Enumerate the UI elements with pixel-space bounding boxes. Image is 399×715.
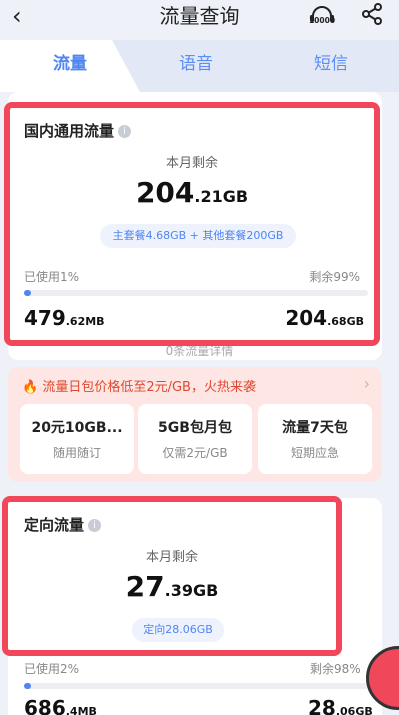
domestic-used-value: 479.62MB <box>24 306 105 330</box>
info-icon[interactable]: i <box>88 519 102 532</box>
domestic-title: 国内通用流量 i <box>24 120 132 141</box>
promo-banner-text: 流量日包价格低至2元/GB，火热来袭 <box>42 380 256 395</box>
service-icon-label: 10000 <box>309 16 335 25</box>
tab-sms[interactable]: 短信 <box>276 40 386 92</box>
tab-data[interactable]: 流量 <box>0 40 140 92</box>
page-title: 流量查询 <box>159 4 240 28</box>
directed-used-label: 已使用2% <box>24 662 80 676</box>
promo-text[interactable]: 🔥 流量日包价格低至2元/GB，火热来袭 <box>22 376 256 395</box>
promo-banner: 🔥 流量日包价格低至2元/GB，火热来袭 › 20元10GB... 随用随订 5… <box>8 367 382 482</box>
domestic-data-card: 国内通用流量 i 本月剩余 204.21GB 主套餐4.68GB + 其他套餐20… <box>4 102 380 346</box>
top-bar: ‹ 流量查询 10000 <box>0 0 399 34</box>
package-name: 20元10GB... <box>31 420 123 436</box>
domestic-used-int: 479 <box>24 306 66 330</box>
domestic-total-value: 204.68GB <box>285 306 364 330</box>
info-icon[interactable]: i <box>118 125 132 138</box>
package-name: 流量7天包 <box>282 420 348 436</box>
domestic-remain-label: 本月剩余 <box>165 156 218 171</box>
directed-total-value: 28.06GB <box>308 696 373 715</box>
directed-breakdown: 定向28.06GB <box>132 618 224 642</box>
tab-bar: 流量 语音 短信 <box>0 40 399 92</box>
chevron-right-icon[interactable]: › <box>364 374 370 393</box>
package-desc: 随用随订 <box>52 446 101 460</box>
directed-progress-bar <box>24 683 368 689</box>
directed-remain-value: 27.39GB <box>8 570 336 603</box>
directed-total-unit: .06GB <box>335 705 373 715</box>
tab-voice[interactable]: 语音 <box>140 40 252 92</box>
domestic-progress-fill <box>24 290 31 296</box>
directed-remain-int: 27 <box>125 570 165 603</box>
package-desc: 仅需2元/GB <box>162 446 228 460</box>
domestic-remain-int: 204 <box>135 176 195 209</box>
package-desc: 短期应急 <box>290 446 339 460</box>
directed-used-value: 686.4MB <box>24 696 97 715</box>
directed-title: 定向流量 i <box>24 514 102 535</box>
domestic-title-text: 国内通用流量 <box>24 122 115 140</box>
domestic-remain-dec: .21GB <box>194 187 249 206</box>
directed-used-unit: .4MB <box>65 705 97 715</box>
domestic-breakdown: 主套餐4.68GB + 其他套餐200GB <box>100 224 296 248</box>
domestic-remain-value: 204.21GB <box>10 176 374 209</box>
directed-data-card: 定向流量 i 本月剩余 27.39GB 定向28.06GB <box>2 496 342 656</box>
share-icon[interactable] <box>361 3 383 25</box>
domestic-used-label: 已使用1% <box>24 270 80 284</box>
package-card[interactable]: 流量7天包 短期应急 <box>258 404 372 474</box>
directed-total-int: 28 <box>308 696 336 715</box>
directed-remain-label: 本月剩余 <box>145 550 198 565</box>
directed-remain-dec: .39GB <box>164 581 219 600</box>
domestic-progress-bar <box>24 290 368 296</box>
domestic-total-int: 204 <box>285 306 328 330</box>
directed-used-int: 686 <box>24 696 66 715</box>
domestic-used-unit: .62MB <box>65 315 105 328</box>
directed-progress-fill <box>24 683 31 689</box>
package-card[interactable]: 20元10GB... 随用随订 <box>20 404 134 474</box>
domestic-total-unit: .68GB <box>327 315 364 328</box>
package-name: 5GB包月包 <box>158 420 232 436</box>
fire-icon: 🔥 <box>22 380 39 395</box>
directed-title-text: 定向流量 <box>24 516 85 534</box>
directed-remain-pct: 剩余98% <box>310 662 361 676</box>
customer-service-icon[interactable]: 10000 <box>308 3 336 29</box>
domestic-remain-pct: 剩余99% <box>309 270 360 284</box>
package-card[interactable]: 5GB包月包 仅需2元/GB <box>138 404 252 474</box>
